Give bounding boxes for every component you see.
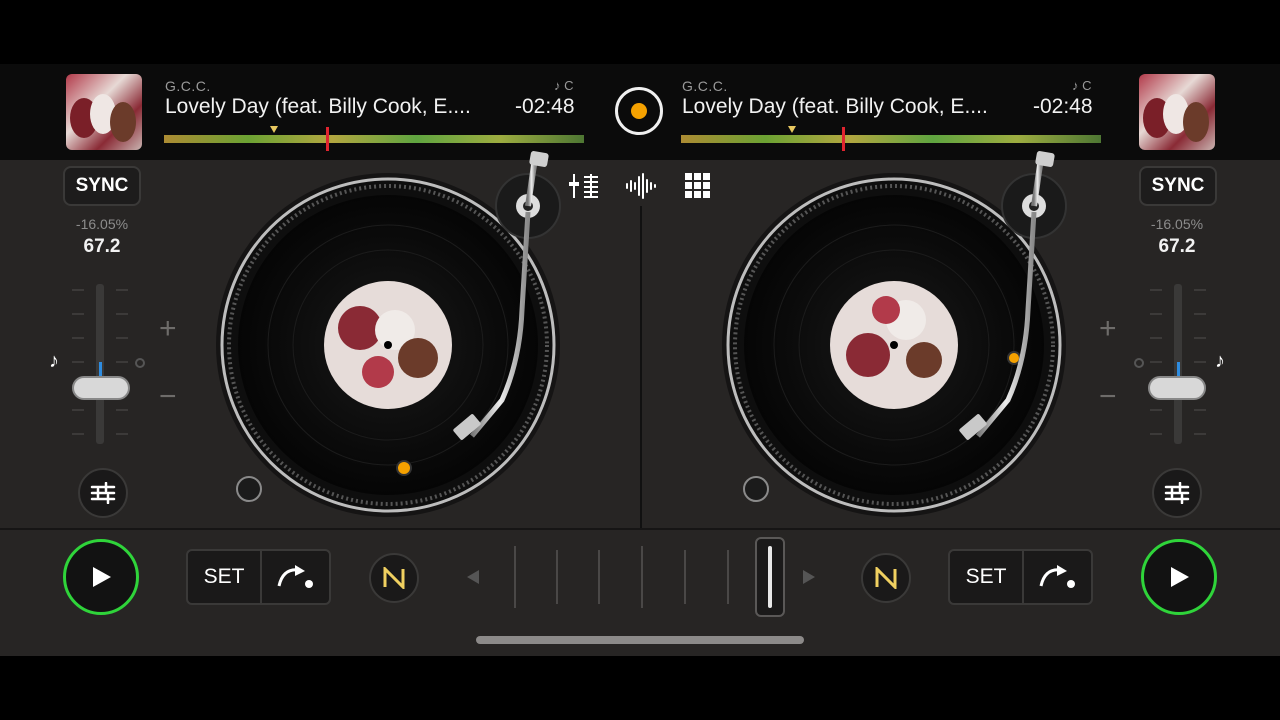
right-loop-arrow-icon [1039, 565, 1075, 588]
right-pitch-handle [1148, 376, 1206, 400]
left-cue-controls: SET [186, 549, 331, 605]
left-neural-mix-icon [383, 567, 405, 589]
waveform-icon [626, 173, 656, 199]
left-bpm: 67.2 [83, 236, 121, 257]
crossfader[interactable] [460, 536, 820, 618]
bottom-separator [0, 528, 1280, 530]
left-music-note-icon: ♪ [49, 350, 59, 372]
right-sync-button[interactable]: SYNC [1139, 166, 1217, 206]
right-playhead[interactable] [842, 127, 845, 151]
right-waveform[interactable] [681, 125, 1101, 153]
left-cue-dot [396, 460, 412, 476]
right-cue-jump-button[interactable] [1024, 551, 1091, 603]
right-speed-knob [743, 476, 769, 502]
left-eq-sliders-icon [90, 482, 116, 504]
right-play-button[interactable] [1141, 539, 1217, 615]
home-indicator[interactable] [476, 636, 804, 644]
right-eq-button[interactable] [1152, 468, 1202, 518]
left-album-art[interactable] [66, 74, 142, 150]
right-bpm: 67.2 [1158, 236, 1196, 257]
waveform-button[interactable] [624, 172, 658, 200]
left-artist: G.C.C. [165, 78, 211, 94]
left-eq-button[interactable] [78, 468, 128, 518]
right-neural-mix-icon [875, 567, 897, 589]
right-key-info: ♪ C [1072, 78, 1092, 93]
right-turntable[interactable] [716, 150, 1096, 530]
right-minus-button[interactable]: − [1099, 380, 1117, 414]
left-set-button[interactable]: SET [188, 551, 262, 603]
right-eq-sliders-icon [1164, 482, 1190, 504]
left-play-icon [93, 567, 111, 587]
right-cue-dot [1007, 351, 1021, 365]
right-album-art[interactable] [1139, 74, 1215, 150]
right-pitch-percent: -16.05% [1150, 216, 1204, 232]
left-plus-button[interactable]: + [159, 312, 177, 346]
left-cue-jump-button[interactable] [262, 551, 329, 603]
deck-divider [640, 206, 642, 528]
right-cue-controls: SET [948, 549, 1093, 605]
left-play-button[interactable] [63, 539, 139, 615]
crossfader-right-arrow-icon [803, 570, 815, 584]
left-key-info: ♪ C [554, 78, 574, 93]
left-playhead[interactable] [326, 127, 329, 151]
right-music-note-icon: ♪ [1215, 350, 1225, 372]
left-turntable[interactable] [210, 150, 590, 530]
right-plus-button[interactable]: + [1099, 312, 1117, 346]
left-pitch-handle [72, 376, 130, 400]
left-track-title: Lovely Day (feat. Billy Cook, E.... [165, 95, 471, 118]
left-pitch-percent: -16.05% [75, 216, 129, 232]
right-artist: G.C.C. [682, 78, 728, 94]
left-loop-arrow-icon [277, 565, 313, 588]
right-play-icon [1171, 567, 1189, 587]
left-sync-button[interactable]: SYNC [63, 166, 141, 206]
pads-grid-icon [685, 173, 710, 198]
left-time-remaining: -02:48 [515, 95, 575, 118]
left-cue-marker-icon [270, 126, 278, 133]
right-track-title: Lovely Day (feat. Billy Cook, E.... [682, 95, 988, 118]
right-cue-marker-icon [788, 126, 796, 133]
record-button-icon [631, 103, 647, 119]
right-set-button[interactable]: SET [950, 551, 1024, 603]
crossfader-left-arrow-icon [467, 570, 479, 584]
left-minus-button[interactable]: − [159, 380, 177, 414]
left-neural-mix-button[interactable] [369, 553, 419, 603]
left-pitch-fader[interactable] [48, 284, 152, 444]
right-neural-mix-button[interactable] [861, 553, 911, 603]
right-time-remaining: -02:48 [1033, 95, 1093, 118]
record-button[interactable] [615, 87, 663, 135]
pads-button[interactable] [684, 172, 712, 200]
left-speed-knob [236, 476, 262, 502]
left-waveform[interactable] [164, 125, 584, 153]
